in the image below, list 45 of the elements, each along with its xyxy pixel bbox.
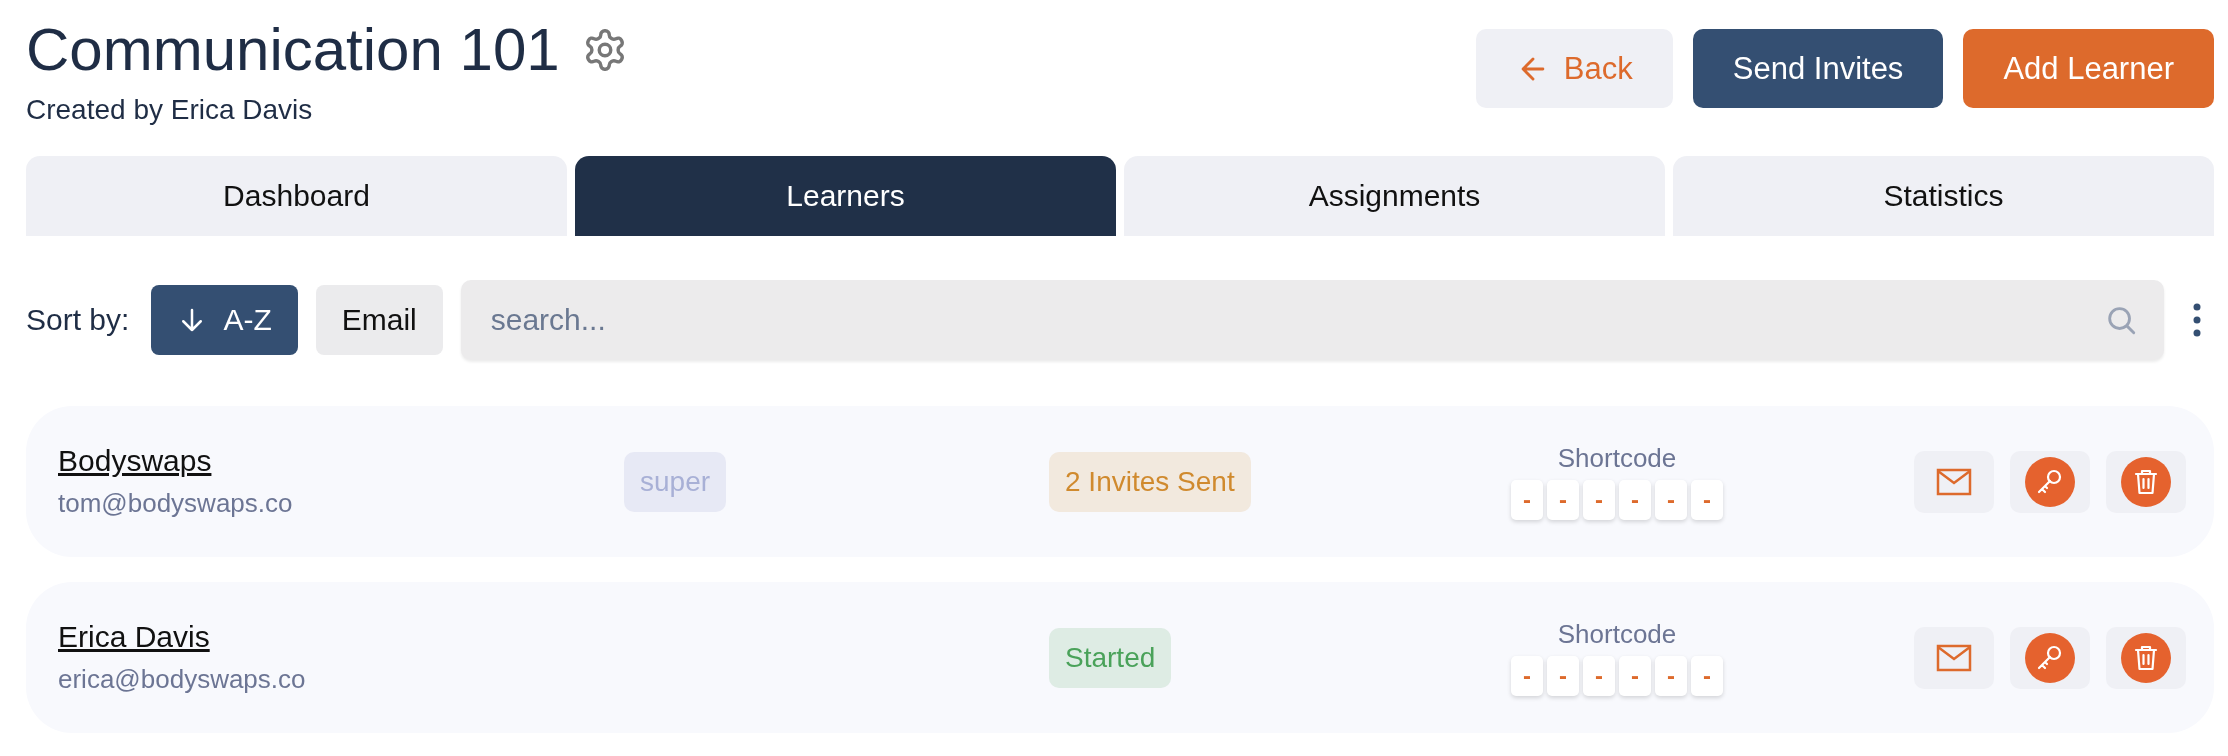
mail-icon bbox=[1936, 466, 1972, 497]
trash-icon bbox=[2121, 456, 2171, 507]
shortcode-digit: - bbox=[1691, 656, 1723, 696]
sort-option[interactable]: A-Z bbox=[151, 285, 298, 355]
shortcode-label: Shortcode bbox=[1557, 443, 1677, 474]
learner-name-link[interactable]: Erica Davis bbox=[58, 620, 210, 654]
tab[interactable]: Statistics bbox=[1673, 156, 2214, 236]
status-tag: 2 Invites Sent bbox=[1049, 451, 1251, 512]
email-button[interactable] bbox=[1914, 450, 1994, 513]
shortcode-digit: - bbox=[1655, 656, 1687, 696]
shortcode-digit: - bbox=[1511, 480, 1543, 520]
delete-button[interactable] bbox=[2106, 450, 2186, 513]
tab[interactable]: Dashboard bbox=[26, 156, 567, 236]
shortcode-digit: - bbox=[1619, 480, 1651, 520]
key-icon bbox=[2025, 632, 2075, 683]
shortcode-digit: - bbox=[1655, 480, 1687, 520]
shortcode-label: Shortcode bbox=[1557, 619, 1677, 650]
status-tag: Started bbox=[1049, 627, 1172, 688]
shortcode-digit: - bbox=[1691, 480, 1723, 520]
learner-name-link[interactable]: Bodyswaps bbox=[58, 444, 212, 478]
sort-label: Sort by: bbox=[26, 303, 130, 337]
search-field[interactable]: search... bbox=[460, 280, 2164, 360]
page-title: Communication 101 bbox=[26, 15, 560, 85]
email-button[interactable] bbox=[1914, 626, 1994, 689]
shortcode-digit: - bbox=[1547, 656, 1579, 696]
creator-text: Created by Erica Davis bbox=[26, 94, 314, 126]
key-icon bbox=[2025, 456, 2075, 507]
shortcode-digit: - bbox=[1511, 656, 1543, 696]
tab[interactable]: Assignments bbox=[1124, 156, 1665, 236]
shortcode-digit: - bbox=[1583, 656, 1615, 696]
key-button[interactable] bbox=[2010, 450, 2090, 513]
send-invites-button[interactable]: Send Invites bbox=[1692, 29, 1944, 108]
mail-icon bbox=[1936, 642, 1972, 673]
shortcode-digit: - bbox=[1619, 656, 1651, 696]
learner-email: erica@bodyswaps.co bbox=[58, 664, 306, 695]
key-button[interactable] bbox=[2010, 626, 2090, 689]
delete-button[interactable] bbox=[2106, 626, 2186, 689]
trash-icon bbox=[2121, 632, 2171, 683]
shortcode-digit: - bbox=[1547, 480, 1579, 520]
tab[interactable]: Learners bbox=[575, 156, 1116, 236]
shortcode-digit: - bbox=[1583, 480, 1615, 520]
role-tag: super bbox=[624, 451, 727, 512]
learner-email: tom@bodyswaps.co bbox=[58, 488, 293, 519]
more-icon[interactable] bbox=[2192, 302, 2202, 338]
sort-option[interactable]: Email bbox=[315, 285, 443, 355]
